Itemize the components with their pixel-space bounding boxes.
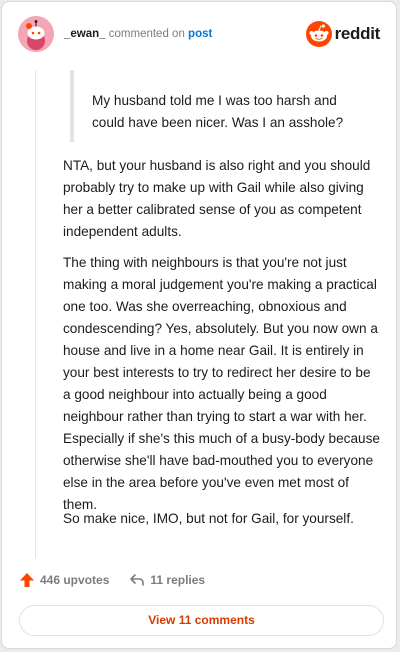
comment-header: _ewan_ commented on post reddit: [18, 16, 380, 52]
comment-paragraph: The thing with neighbours is that you're…: [63, 255, 380, 512]
view-comments-button[interactable]: View 11 comments: [19, 605, 384, 636]
username-link[interactable]: _ewan_: [64, 28, 106, 40]
comment-meta: _ewan_ commented on post: [64, 28, 212, 40]
thread-line[interactable]: [35, 70, 36, 558]
commented-on-text: commented on: [108, 28, 185, 40]
upvote-button[interactable]: 446 upvotes: [19, 572, 109, 588]
upvote-count: 446 upvotes: [40, 573, 110, 587]
reddit-logo-text: reddit: [334, 24, 381, 43]
reddit-logo[interactable]: reddit: [305, 20, 381, 48]
comment-actions: 446 upvotes 11 replies: [19, 570, 205, 590]
snoo-avatar-icon[interactable]: [18, 16, 54, 52]
reddit-logo-icon: [305, 21, 332, 47]
comment-card: _ewan_ commented on post reddit My husba…: [1, 1, 397, 649]
reply-button[interactable]: 11 replies: [129, 572, 205, 588]
comment-paragraph: NTA, but your husband is also right and …: [63, 158, 371, 239]
comment-paragraph: So make nice, IMO, but not for Gail, for…: [63, 511, 354, 526]
reply-icon: [130, 574, 145, 586]
reply-count: 11 replies: [150, 573, 206, 587]
post-link[interactable]: post: [188, 28, 212, 40]
blockquote: My husband told me I was too harsh and c…: [70, 70, 366, 142]
upvote-arrow-icon: [20, 573, 34, 587]
